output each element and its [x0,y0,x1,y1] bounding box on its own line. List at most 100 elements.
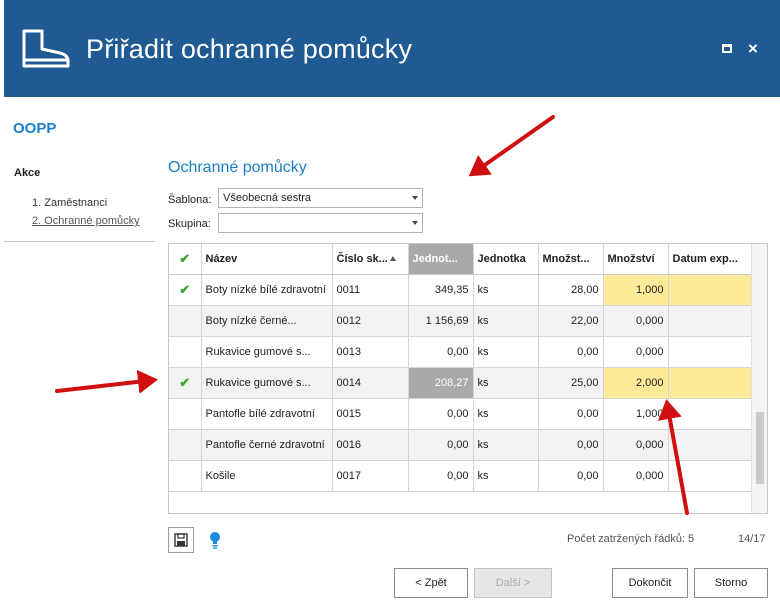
checkmark-icon: ✔ [179,281,191,297]
cell-cislo: 0015 [332,398,409,430]
header-jednotkova-cena[interactable]: Jednot... [408,244,474,275]
chevron-down-icon[interactable] [412,196,418,200]
cell-nazev: Boty nízké bílé zdravotní [201,274,333,306]
row-checkbox[interactable] [169,429,202,461]
skupina-combo[interactable] [218,213,423,233]
finish-button[interactable]: Dokončit [612,568,688,598]
table-row[interactable]: Pantofle bílé zdravotní 0015 0,00 ks 0,00 1,0… [169,398,753,430]
items-grid: ✔ Název Číslo sk... Jednot... Jednotka M… [168,243,768,514]
cell-jednotkova-cena: 0,00 [408,429,474,461]
cell-jednotka: ks [473,460,539,492]
table-row[interactable]: Rukavice gumové s... 0013 0,00 ks 0,00 0,000 [169,336,753,368]
annotation-arrow-top [468,115,555,177]
scrollbar-thumb[interactable] [756,412,764,484]
cell-mnozstvi-skladem: 0,00 [538,460,604,492]
checkmark-icon: ✔ [179,374,191,390]
cell-nazev: Boty nízké černé... [201,305,333,337]
cell-datum-expirace[interactable] [668,429,753,461]
cell-jednotka: ks [473,336,539,368]
cell-mnozstvi[interactable]: 0,000 [603,305,669,337]
sidebar-step-zamestnanci[interactable]: 1. Zaměstnanci [32,197,107,209]
cell-mnozstvi[interactable]: 0,000 [603,336,669,368]
cell-jednotka: ks [473,305,539,337]
app-name: OOPP [13,120,57,137]
close-icon[interactable]: × [746,40,760,57]
cell-jednotka: ks [473,398,539,430]
sidebar-divider [4,241,155,242]
header-mnozstvi-skladem[interactable]: Množst... [538,244,604,275]
sidebar-heading: Akce [14,167,41,179]
cell-jednotkova-cena: 208,27 [408,367,474,399]
cell-jednotkova-cena: 0,00 [408,336,474,368]
cell-mnozstvi-skladem: 28,00 [538,274,604,306]
cell-datum-expirace[interactable] [668,336,753,368]
next-button[interactable]: Další > [474,568,552,598]
header-datum-expirace[interactable]: Datum exp... [668,244,753,275]
cell-nazev: Pantofle černé zdravotní [201,429,333,461]
cell-mnozstvi[interactable]: 0,000 [603,460,669,492]
table-row[interactable]: ✔ Boty nízké bílé zdravotní 0011 349,35 ks 28… [169,274,753,306]
cell-jednotkova-cena: 0,00 [408,398,474,430]
table-row[interactable]: Pantofle černé zdravotní 0016 0,00 ks 0,00 0,… [169,429,753,461]
cell-mnozstvi-skladem: 0,00 [538,336,604,368]
sablona-combo[interactable]: Všeobecná sestra [218,188,423,208]
save-button[interactable] [168,527,194,553]
cell-nazev: Pantofle bílé zdravotní [201,398,333,430]
cell-cislo: 0014 [332,367,409,399]
back-button[interactable]: < Zpět [394,568,468,598]
cell-datum-expirace[interactable] [668,367,753,399]
cell-cislo: 0011 [332,274,409,306]
header-mnozstvi[interactable]: Množství [603,244,669,275]
boot-icon [22,29,70,68]
skupina-label: Skupina: [168,218,211,230]
sablona-value: Všeobecná sestra [223,192,312,204]
cell-mnozstvi-skladem: 25,00 [538,367,604,399]
cell-mnozstvi[interactable]: 0,000 [603,429,669,461]
row-checkbox[interactable]: ✔ [169,367,202,399]
cell-jednotkova-cena: 1 156,69 [408,305,474,337]
cell-mnozstvi[interactable]: 1,000 [603,274,669,306]
lightbulb-icon[interactable] [208,531,222,549]
cell-cislo: 0012 [332,305,409,337]
cell-jednotkova-cena: 349,35 [408,274,474,306]
cell-mnozstvi-skladem: 0,00 [538,429,604,461]
row-checkbox[interactable] [169,460,202,492]
cell-mnozstvi[interactable]: 2,000 [603,367,669,399]
header-select-all[interactable]: ✔ [169,244,202,275]
maximize-icon[interactable] [720,42,734,56]
cancel-button[interactable]: Storno [694,568,768,598]
cell-mnozstvi[interactable]: 1,000 [603,398,669,430]
cell-jednotka: ks [473,429,539,461]
table-row[interactable]: ✔ Rukavice gumové s... 0014 208,27 ks 25,00 2,… [169,367,753,399]
row-checkbox[interactable] [169,398,202,430]
checked-rows-count: Počet zatržených řádků: 5 [567,533,695,545]
header-cislo-label: Číslo sk... [336,252,388,265]
window-title: Přiřadit ochranné pomůcky [86,34,413,64]
row-checkbox[interactable] [169,305,202,337]
cell-mnozstvi-skladem: 22,00 [538,305,604,337]
header-cislo-skladove[interactable]: Číslo sk... [332,244,409,275]
sidebar-step-ochranne-pomucky[interactable]: 2. Ochranné pomůcky [32,215,140,227]
header-jednotka[interactable]: Jednotka [473,244,539,275]
cell-datum-expirace[interactable] [668,305,753,337]
section-title: Ochranné pomůcky [168,159,307,176]
row-checkbox[interactable]: ✔ [169,274,202,306]
cell-jednotka: ks [473,274,539,306]
cell-datum-expirace[interactable] [668,274,753,306]
table-row[interactable]: Boty nízké černé... 0012 1 156,69 ks 22,00 0,… [169,305,753,337]
vertical-scrollbar[interactable] [751,244,767,513]
cell-datum-expirace[interactable] [668,460,753,492]
annotation-arrow-left [55,369,158,394]
header-nazev[interactable]: Název [201,244,333,275]
table-row[interactable]: Košile 0017 0,00 ks 0,00 0,000 [169,460,753,492]
cell-datum-expirace[interactable] [668,398,753,430]
row-checkbox[interactable] [169,336,202,368]
cell-cislo: 0016 [332,429,409,461]
checkmark-icon: ✔ [179,250,191,266]
chevron-down-icon[interactable] [412,221,418,225]
cell-jednotka: ks [473,367,539,399]
page-indicator: 14/17 [738,533,766,545]
cell-cislo: 0013 [332,336,409,368]
cell-cislo: 0017 [332,460,409,492]
window-title-bar: Přiřadit ochranné pomůcky × [4,0,780,97]
